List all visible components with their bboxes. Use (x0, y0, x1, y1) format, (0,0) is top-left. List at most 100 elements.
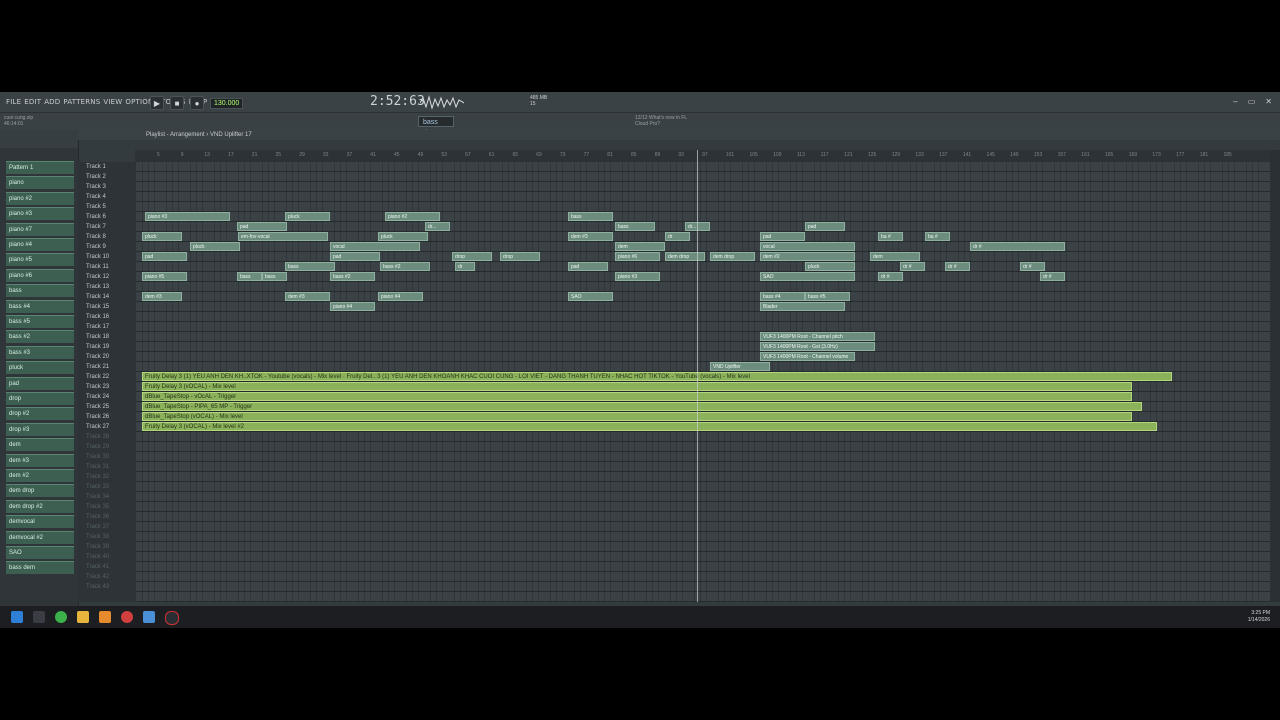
record-icon[interactable]: ● (190, 96, 204, 110)
pattern-clip[interactable]: bass #5 (805, 292, 850, 301)
menu-view[interactable]: VIEW (102, 98, 123, 106)
channel-item[interactable]: drop #2 (6, 407, 74, 421)
track-header[interactable]: Track 14 (86, 292, 109, 302)
track-header[interactable]: Track 16 (86, 312, 109, 322)
track-header[interactable]: Track 5 (86, 202, 106, 212)
automation-clip[interactable]: dBlue_TapeStop - vOcAL - Trigger (142, 392, 1132, 401)
maximize-icon[interactable]: ▭ (1248, 97, 1256, 106)
track-header[interactable]: Track 40 (86, 552, 109, 562)
track-header[interactable]: Track 42 (86, 572, 109, 582)
automation-clip[interactable]: Fruity Delay 3 (1) YEU ANH DEN KH..XTOK … (142, 372, 1172, 381)
channel-item[interactable]: pluck (6, 361, 74, 375)
pattern-clip[interactable]: pluck (805, 262, 855, 271)
track-header[interactable]: Track 15 (86, 302, 109, 312)
pattern-clip[interactable]: em-fov-vocal (238, 232, 328, 241)
channel-item[interactable]: bass #3 (6, 345, 74, 359)
song-time-display[interactable]: 2:52:63 (370, 94, 425, 109)
pattern-clip[interactable]: dr (665, 232, 690, 241)
pattern-selector[interactable]: bass dem (418, 116, 454, 137)
track-header[interactable]: Track 39 (86, 542, 109, 552)
channel-item[interactable]: drop (6, 392, 74, 405)
playlist-grid[interactable]: piano #3 pluck piano #2 bass pad dr... bass dr.… (136, 162, 1270, 602)
track-header[interactable]: Track 28 (86, 432, 109, 442)
pattern-clip[interactable]: VUF3 1400PM Root - Channel volume (760, 352, 855, 361)
track-header[interactable]: Track 4 (86, 192, 106, 202)
channel-item[interactable]: bass #2 (6, 330, 74, 344)
pattern-clip[interactable]: pad (568, 262, 608, 271)
pattern-clip[interactable]: VND Uplifter (710, 362, 770, 371)
pattern-clip[interactable]: piano #4 (330, 302, 375, 311)
track-header[interactable]: Track 18 (86, 332, 109, 342)
track-header[interactable]: Track 21 (86, 362, 109, 372)
pattern-clip[interactable]: dem #3 (285, 292, 330, 301)
pattern-clip[interactable]: pad (805, 222, 845, 231)
pattern-clip[interactable]: piano #3 (615, 272, 660, 281)
track-header[interactable]: Track 35 (86, 502, 109, 512)
channel-item[interactable]: piano #7 (6, 222, 74, 236)
channel-item[interactable]: dem (6, 438, 74, 452)
track-header[interactable]: Track 9 (86, 242, 106, 252)
pattern-clip[interactable]: VUF3 1400PM Root - Gst (3.0Hz) (760, 342, 875, 351)
pattern-clip[interactable]: Blader (760, 302, 845, 311)
close-icon[interactable]: ✕ (1265, 97, 1272, 106)
pattern-clip[interactable]: drop (452, 252, 492, 261)
channel-item[interactable]: bass #5 (6, 315, 74, 328)
pattern-clip[interactable]: VUF3 1400PM Root - Channel pitch (760, 332, 875, 341)
menu-edit[interactable]: EDIT (23, 98, 42, 106)
track-header[interactable]: Track 25 (86, 402, 109, 412)
search-icon[interactable] (33, 611, 45, 623)
pattern-clip[interactable]: piano #5 (142, 272, 187, 281)
track-header[interactable]: Track 13 (86, 282, 109, 292)
pattern-clip[interactable]: dr (455, 262, 475, 271)
track-header[interactable]: Track 17 (86, 322, 109, 332)
playhead[interactable] (697, 150, 698, 602)
pattern-clip[interactable]: bass (568, 212, 613, 221)
menu-add[interactable]: ADD (43, 98, 61, 106)
track-header[interactable]: Track 33 (86, 482, 109, 492)
pattern-clip[interactable]: vocal (760, 242, 855, 251)
track-header[interactable]: Track 30 (86, 452, 109, 462)
pattern-clip[interactable]: bass #4 (760, 292, 805, 301)
news-panel[interactable]: 12/12 What's new in FL Cloud Pro? (635, 115, 687, 127)
pattern-clip[interactable]: pad (237, 222, 287, 231)
app-icon[interactable] (143, 611, 155, 623)
pattern-clip[interactable]: dem drop (710, 252, 755, 261)
pattern-clip[interactable]: vocal (330, 242, 420, 251)
pattern-clip[interactable]: drop (500, 252, 540, 261)
pattern-clip[interactable]: bass (262, 272, 287, 281)
pattern-clip[interactable]: bass (615, 222, 655, 231)
folder-icon[interactable] (77, 611, 89, 623)
pattern-clip[interactable]: dem #3 (568, 232, 613, 241)
track-header[interactable]: Track 32 (86, 472, 109, 482)
channel-item[interactable]: demvocal (6, 515, 74, 529)
track-header[interactable]: Track 36 (86, 512, 109, 522)
channel-item[interactable]: piano #6 (6, 268, 74, 282)
pattern-clip[interactable]: bass (237, 272, 262, 281)
pattern-clip[interactable]: pad (760, 232, 805, 241)
track-header[interactable]: Track 37 (86, 522, 109, 532)
track-header[interactable]: Track 10 (86, 252, 109, 262)
pattern-clip[interactable]: dr... (425, 222, 450, 231)
track-header[interactable]: Track 20 (86, 352, 109, 362)
channel-item[interactable]: dem drop #2 (6, 499, 74, 513)
channel-item[interactable]: bass (6, 284, 74, 298)
channel-item[interactable]: piano #5 (6, 253, 74, 267)
channel-item[interactable]: piano #3 (6, 207, 74, 221)
track-header[interactable]: Track 22 (86, 372, 109, 382)
pattern-clip[interactable]: bass (285, 262, 335, 271)
channel-item[interactable]: Pattern 1 (6, 161, 74, 174)
pattern-clip[interactable]: pluck (190, 242, 240, 251)
recorder-icon[interactable] (165, 611, 179, 625)
track-header[interactable]: Track 29 (86, 442, 109, 452)
pattern-clip[interactable]: pluck (378, 232, 428, 241)
track-header[interactable]: Track 41 (86, 562, 109, 572)
track-header[interactable]: Track 26 (86, 412, 109, 422)
chrome-icon[interactable] (55, 611, 67, 623)
track-header[interactable]: Track 34 (86, 492, 109, 502)
automation-clip[interactable]: Fruity Delay 3 (vOCAL) - Mix level (142, 382, 1132, 391)
pattern-clip[interactable]: dem #2 (760, 252, 855, 261)
pattern-clip[interactable]: bass #2 (330, 272, 375, 281)
track-header[interactable]: Track 11 (86, 262, 109, 272)
channel-item[interactable]: piano #2 (6, 191, 74, 205)
track-header[interactable]: Track 24 (86, 392, 109, 402)
